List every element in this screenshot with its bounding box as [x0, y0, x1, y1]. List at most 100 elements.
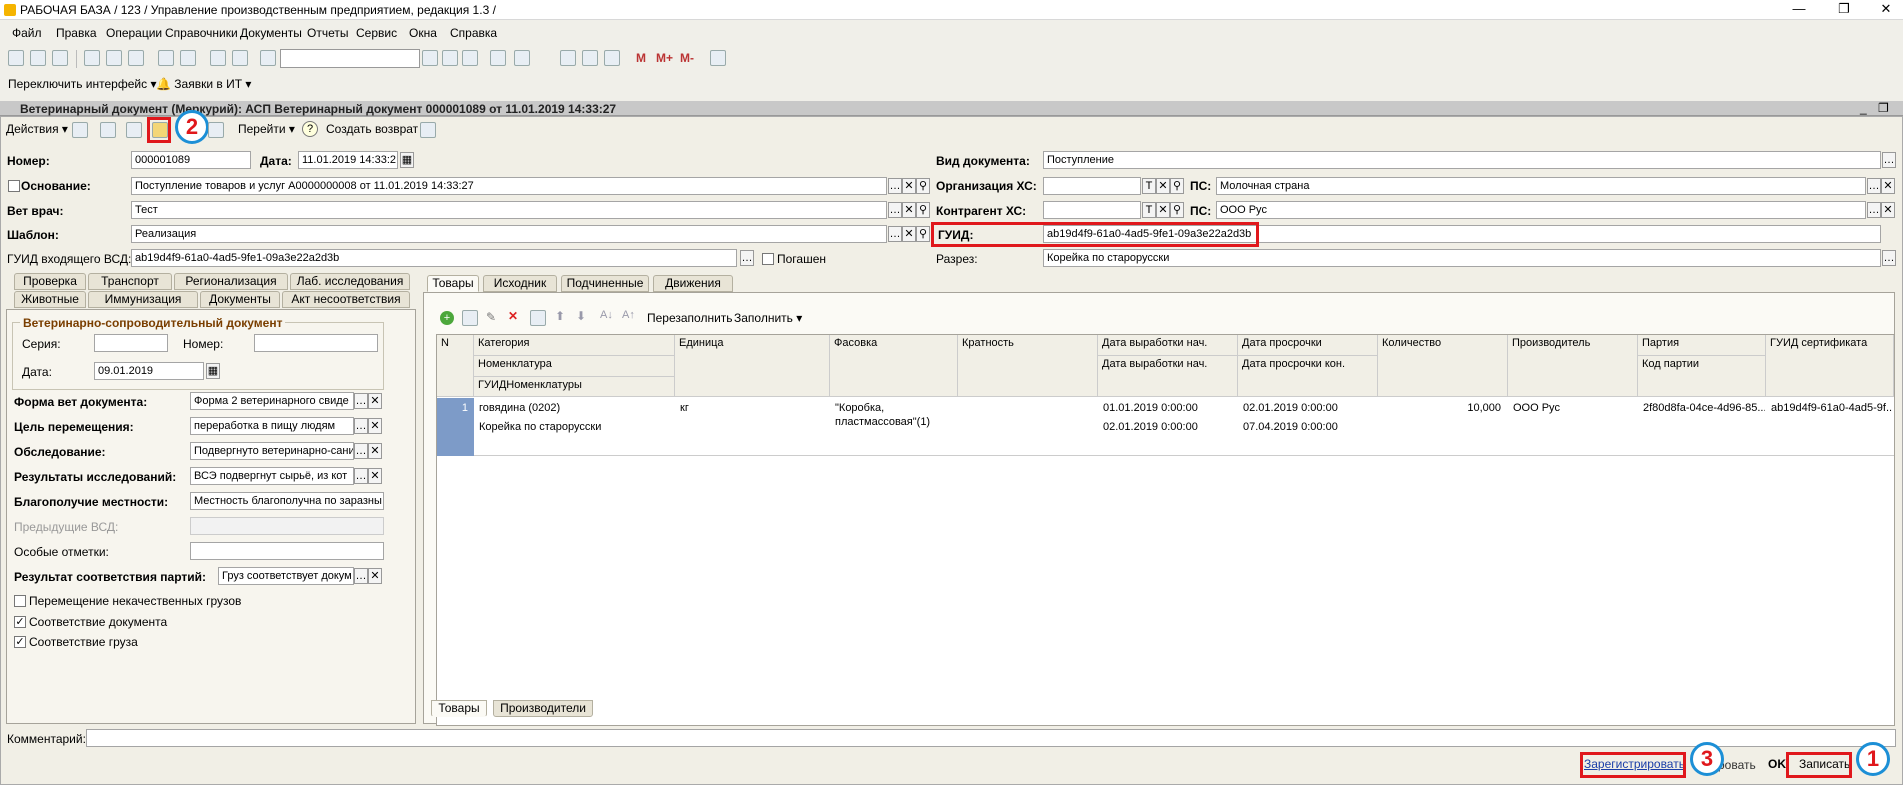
window-icon[interactable]	[490, 50, 506, 66]
find-next-icon[interactable]	[442, 50, 458, 66]
ps1-clear-icon[interactable]: ✕	[1881, 178, 1895, 194]
form-clear-icon[interactable]: ✕	[368, 393, 382, 409]
tab-source[interactable]: Исходник	[483, 275, 557, 292]
cell-package-2[interactable]: пластмассовая"(1)	[831, 414, 957, 430]
counterparty-field[interactable]	[1043, 201, 1141, 219]
move-up-icon[interactable]: ⬆	[555, 309, 565, 323]
ps1-select-button[interactable]: …	[1867, 178, 1881, 194]
copy-icon[interactable]	[106, 50, 122, 66]
printer-icon[interactable]	[420, 122, 436, 138]
close-button[interactable]: ✕	[1872, 1, 1900, 17]
tab-check[interactable]: Проверка	[14, 273, 86, 290]
ps2-select-button[interactable]: …	[1867, 202, 1881, 218]
cell-production-start-2[interactable]: 02.01.2019 0:00:00	[1099, 419, 1237, 435]
restore-button[interactable]: ❐	[1830, 1, 1858, 17]
cell-expiry[interactable]: 02.01.2019 0:00:00	[1239, 400, 1377, 416]
org-type-button[interactable]: T	[1142, 178, 1156, 194]
col-production-start-2[interactable]: Дата выработки нач.	[1098, 356, 1238, 397]
exam-clear-icon[interactable]: ✕	[368, 443, 382, 459]
refresh-icon[interactable]	[126, 122, 142, 138]
minimize-button[interactable]: —	[1785, 1, 1813, 17]
memory-m-icon[interactable]: M	[636, 51, 646, 65]
col-quantity[interactable]: Количество	[1378, 335, 1508, 397]
doc-conform-checkbox[interactable]: ✓	[14, 616, 26, 628]
cut-select-button[interactable]: …	[1882, 250, 1896, 266]
col-nomenclature[interactable]: Номенклатура	[474, 356, 675, 377]
conform-field[interactable]: Груз соответствует докум	[218, 567, 354, 585]
col-package[interactable]: Фасовка	[830, 335, 958, 397]
menu-operations[interactable]: Операции	[106, 26, 162, 40]
counterparty-clear-icon[interactable]: ✕	[1156, 202, 1170, 218]
cell-lot[interactable]: 2f80d8fa-04ce-4d96-85...	[1639, 400, 1765, 416]
basis-checkbox[interactable]	[8, 180, 20, 192]
requests-button[interactable]: 🔔 Заявки в ИТ ▾	[156, 77, 251, 91]
print-doc-icon[interactable]	[208, 122, 224, 138]
template-select-button[interactable]: …	[888, 226, 902, 242]
vsd-number-field[interactable]	[254, 334, 378, 352]
open-icon[interactable]	[30, 50, 46, 66]
find-prev-icon[interactable]	[462, 50, 478, 66]
minimize-doc-icon[interactable]: _	[1860, 101, 1867, 115]
cut-icon[interactable]	[84, 50, 100, 66]
template-field[interactable]: Реализация	[131, 225, 887, 243]
save-icon[interactable]	[52, 50, 68, 66]
memory-minus-icon[interactable]: M-	[680, 51, 694, 65]
results-select-button[interactable]: …	[354, 468, 368, 484]
col-expiry-end[interactable]: Дата просрочки кон.	[1238, 356, 1378, 397]
ok-button[interactable]: OK	[1768, 757, 1786, 771]
tab-transport[interactable]: Транспорт	[88, 273, 172, 290]
menu-service[interactable]: Сервис	[356, 26, 397, 40]
menu-edit[interactable]: Правка	[56, 26, 97, 40]
cut-field[interactable]: Корейка по старорусски	[1043, 249, 1881, 267]
add-row-icon[interactable]: +	[440, 311, 454, 325]
end-edit-icon[interactable]	[530, 310, 546, 326]
vet-open-icon[interactable]: ⚲	[916, 202, 930, 218]
tab-immunization[interactable]: Иммунизация	[88, 291, 198, 308]
new-icon[interactable]	[8, 50, 24, 66]
table-icon[interactable]	[604, 50, 620, 66]
cell-category[interactable]: говядина (0202)	[475, 400, 675, 416]
guid-in-field[interactable]: ab19d4f9-61a0-4ad5-9fe1-09a3e22a2d3b	[131, 249, 737, 267]
col-expiry[interactable]: Дата просрочки	[1238, 335, 1378, 356]
restore-doc-icon[interactable]: ❐	[1878, 101, 1889, 115]
series-field[interactable]	[94, 334, 168, 352]
basis-open-icon[interactable]: ⚲	[916, 178, 930, 194]
sort-asc-icon[interactable]: A↓	[600, 309, 613, 321]
cell-nomenclature[interactable]: Корейка по старорусски	[475, 419, 675, 435]
counterparty-type-button[interactable]: T	[1142, 202, 1156, 218]
actions-menu[interactable]: Действия ▾	[6, 122, 68, 136]
org-open-icon[interactable]: ⚲	[1170, 178, 1184, 194]
purpose-select-button[interactable]: …	[354, 418, 368, 434]
basis-select-button[interactable]: …	[888, 178, 902, 194]
date-field[interactable]: 11.01.2019 14:33:2	[298, 151, 398, 169]
tab-animals[interactable]: Животные	[14, 291, 86, 308]
col-guid-nomenclature[interactable]: ГУИДНоменклатуры	[474, 377, 675, 397]
conform-clear-icon[interactable]: ✕	[368, 568, 382, 584]
menu-reports[interactable]: Отчеты	[307, 26, 348, 40]
col-lot-code[interactable]: Код партии	[1638, 356, 1766, 397]
unpost-icon[interactable]	[100, 122, 116, 138]
tab-subordinate[interactable]: Подчиненные	[561, 275, 649, 292]
copy-row-icon[interactable]	[462, 310, 478, 326]
tab-goods[interactable]: Товары	[427, 275, 479, 292]
tab-regionalization[interactable]: Регионализация	[174, 273, 288, 290]
conform-select-button[interactable]: …	[354, 568, 368, 584]
col-multiplicity[interactable]: Кратность	[958, 335, 1098, 397]
tab-nonconformity[interactable]: Акт несоответствия	[282, 291, 410, 308]
info-icon[interactable]	[514, 50, 530, 66]
edit-row-icon[interactable]: ✎	[486, 310, 496, 324]
template-clear-icon[interactable]: ✕	[902, 226, 916, 242]
col-n[interactable]: N	[437, 335, 474, 397]
marks-field[interactable]	[190, 542, 384, 560]
substandard-checkbox[interactable]	[14, 595, 26, 607]
refill-button[interactable]: Перезаполнить	[647, 311, 733, 325]
form-field[interactable]: Форма 2 ветеринарного свиде	[190, 392, 354, 410]
preview-icon[interactable]	[180, 50, 196, 66]
welfare-field[interactable]: Местность благополучна по заразны	[190, 492, 384, 510]
tools-icon[interactable]	[710, 50, 726, 66]
doctype-select-button[interactable]: …	[1882, 152, 1896, 168]
tab-documents[interactable]: Документы	[200, 291, 280, 308]
guid-in-select-button[interactable]: …	[740, 250, 754, 266]
undo-icon[interactable]	[210, 50, 226, 66]
goto-menu[interactable]: Перейти ▾	[238, 122, 295, 136]
